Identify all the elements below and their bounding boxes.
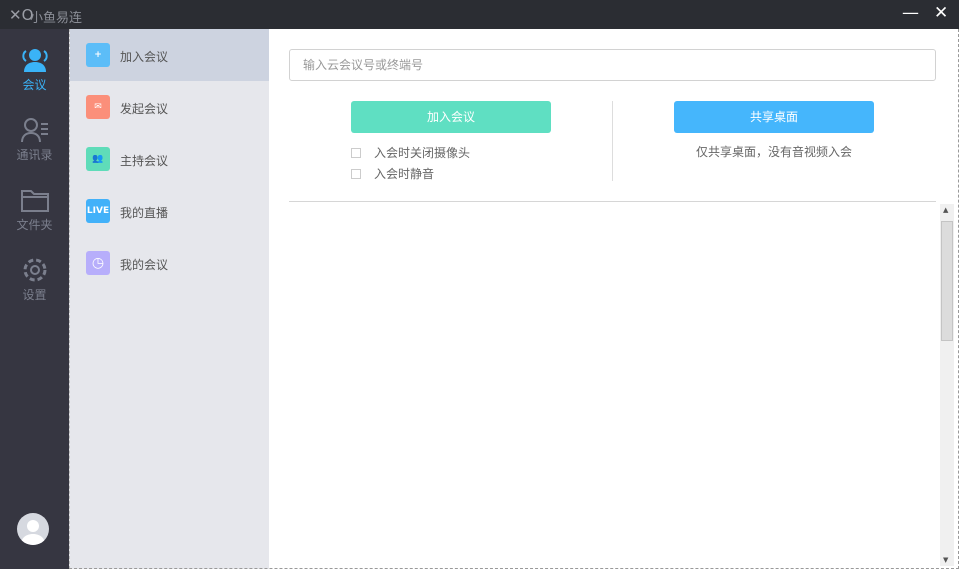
submenu-my-meetings[interactable]: ◷ 我的会议 [70,237,269,289]
checkbox[interactable] [351,168,361,179]
checkbox-label: 入会时静音 [374,167,435,181]
mail-icon: ✉ [86,95,110,119]
submenu-label: 我的会议 [120,258,169,272]
live-icon: LIVE [86,199,110,223]
gear-icon [23,258,46,282]
nav-contacts[interactable]: 通讯录 [0,117,69,177]
submenu-start[interactable]: ✉ 发起会议 [70,81,269,133]
mute-checkbox[interactable]: 入会时静音 [351,165,434,182]
divider [612,101,613,181]
submenu-label: 我的直播 [120,206,169,220]
minimize-button[interactable]: — [902,3,919,23]
scrollbar-thumb[interactable] [941,221,953,341]
nav-settings[interactable]: 设置 [0,257,69,317]
close-button[interactable]: ✕ [934,3,948,23]
submenu-label: 主持会议 [120,154,169,168]
meeting-number-input[interactable] [289,49,936,81]
share-desktop-button[interactable]: 共享桌面 [674,101,874,133]
meeting-icon [21,49,48,72]
app-title: 小鱼易连 [30,11,83,26]
divider [289,201,936,202]
submenu-label: 加入会议 [120,50,169,64]
camera-off-checkbox[interactable]: 入会时关闭摄像头 [351,144,470,161]
nav-label: 设置 [22,288,47,302]
main-nav: 会议 通讯录 文件夹 设置 [0,29,69,569]
nav-meeting[interactable]: 会议 [0,47,69,107]
checkbox-label: 入会时关闭摄像头 [374,146,471,160]
nav-folder[interactable]: 文件夹 [0,187,69,247]
clock-icon: ◷ [86,251,110,275]
submenu-join[interactable]: + 加入会议 [70,29,269,81]
contacts-icon [20,118,48,143]
share-hint: 仅共享桌面，没有音视频入会 [695,145,852,159]
nav-label: 通讯录 [16,148,53,162]
submenu: + 加入会议 ✉ 发起会议 👥 主持会议 LIVE 我的直播 ◷ 我的会议 [69,29,269,569]
nav-label: 文件夹 [16,218,53,232]
join-meeting-button[interactable]: 加入会议 [351,101,551,133]
submenu-host[interactable]: 👥 主持会议 [70,133,269,185]
title-bar: ✕O 小鱼易连 — ✕ [0,0,959,29]
nav-label: 会议 [22,78,47,92]
folder-icon [20,190,49,212]
submenu-label: 发起会议 [120,102,169,116]
host-icon: 👥 [86,147,110,171]
plus-icon: + [86,43,110,67]
avatar[interactable] [17,513,49,545]
checkbox[interactable] [351,147,361,158]
submenu-live[interactable]: LIVE 我的直播 [70,185,269,237]
scrollbar[interactable]: ▲ ▼ [940,204,954,566]
join-panel: 加入会议 入会时关闭摄像头 入会时静音 共享桌面 仅共享桌面，没有音视频入会 ▲… [269,29,957,569]
